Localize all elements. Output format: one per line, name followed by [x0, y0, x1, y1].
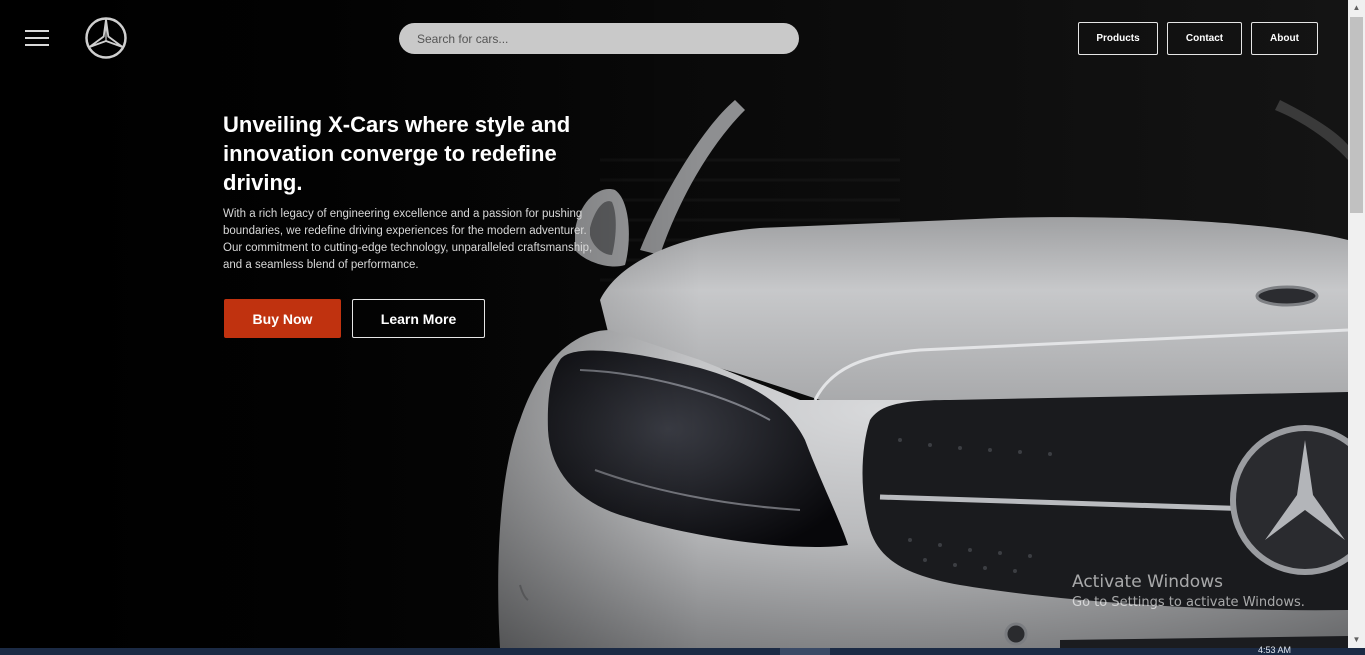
menu-icon-bar	[25, 37, 49, 39]
mercedes-logo-icon[interactable]	[84, 16, 128, 60]
hero-headline: Unveiling X-Cars where style and innovat…	[223, 112, 571, 195]
vertical-scrollbar[interactable]: ▲ ▼	[1348, 0, 1365, 648]
contact-button[interactable]: Contact	[1167, 22, 1242, 55]
activate-windows-watermark: Activate Windows Go to Settings to activ…	[1072, 571, 1305, 613]
page: Products Contact About Unveiling X-Cars …	[0, 0, 1365, 655]
scroll-down-icon[interactable]: ▼	[1348, 632, 1365, 648]
taskbar	[0, 648, 1365, 655]
activate-title: Activate Windows	[1072, 572, 1223, 592]
menu-icon[interactable]	[25, 30, 49, 48]
hero-car-image	[0, 0, 1348, 648]
menu-icon-bar	[25, 44, 49, 46]
learn-more-button[interactable]: Learn More	[352, 299, 485, 338]
taskbar-clock: 4:53 AM	[1258, 645, 1292, 655]
products-button[interactable]: Products	[1078, 22, 1158, 55]
about-button[interactable]: About	[1251, 22, 1318, 55]
activate-subtitle: Go to Settings to activate Windows.	[1072, 595, 1305, 610]
hero-description: With a rich legacy of engineering excell…	[223, 208, 593, 271]
menu-icon-bar	[25, 30, 49, 32]
scroll-up-icon[interactable]: ▲	[1348, 0, 1365, 16]
scroll-thumb[interactable]	[1350, 17, 1363, 213]
search-input[interactable]	[399, 23, 799, 54]
buy-now-button[interactable]: Buy Now	[224, 299, 341, 338]
taskbar-app[interactable]	[780, 648, 830, 655]
